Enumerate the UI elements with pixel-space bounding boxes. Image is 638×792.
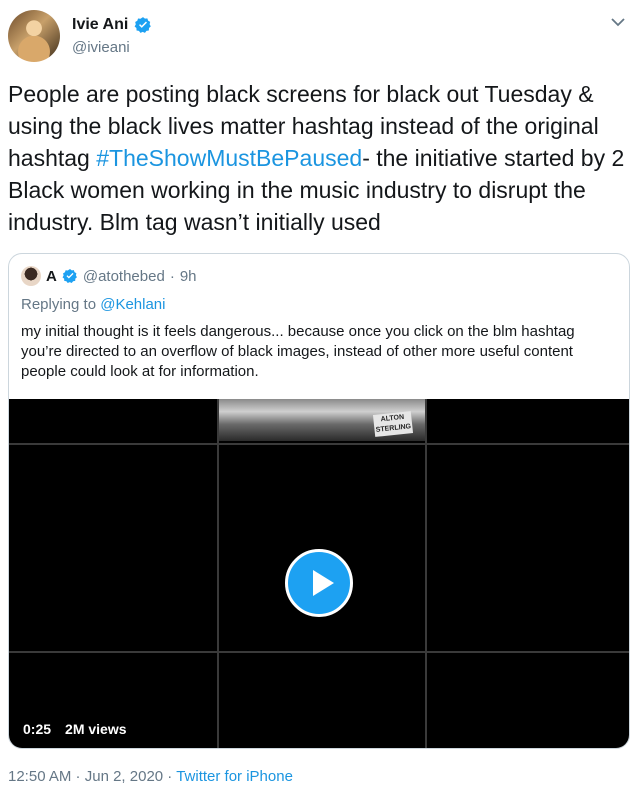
tweet-time[interactable]: 12:50 AM [8,768,71,785]
video-player[interactable]: ALTON STERLING 0:25 2M views [9,399,629,748]
play-icon [313,570,334,596]
protest-photo-thumbnail: ALTON STERLING [219,399,425,441]
video-views: 2M views [65,721,127,737]
grid-divider [9,443,629,445]
video-duration: 0:25 [23,721,52,737]
footer-separator: · [71,768,85,785]
avatar[interactable] [8,10,60,62]
quoted-tweet[interactable]: A @atothebed · 9h Replying to @Kehlani m… [8,253,630,749]
hashtag-link[interactable]: #TheShowMustBePaused [96,145,362,171]
verified-badge-icon [62,269,77,283]
grid-divider [9,651,629,653]
author-handle[interactable]: @ivieani [72,39,130,56]
quoted-handle: @atothebed [82,267,165,285]
tweet-footer: 12:50 AM · Jun 2, 2020 · Twitter for iPh… [8,768,293,785]
author-name-row: Ivie Ani [72,16,152,34]
grid-divider [425,399,427,748]
quoted-separator: · [169,267,175,285]
quoted-time: 9h [179,267,197,285]
quoted-display-name: A [46,267,57,285]
chevron-down-icon[interactable] [610,14,626,30]
quoted-tweet-text: my initial thought is it feels dangerous… [21,323,575,380]
grid-divider [217,399,219,748]
video-meta: 0:25 2M views [23,721,127,737]
tweet-text: People are posting black screens for bla… [8,78,630,238]
tweet-header: Ivie Ani @ivieani [8,10,630,62]
footer-separator: · [163,768,177,785]
reply-to-link[interactable]: @Kehlani [100,296,165,313]
tweet-date[interactable]: Jun 2, 2020 [85,768,163,785]
play-button[interactable] [285,549,353,617]
quoted-avatar [21,266,41,286]
reply-prefix: Replying to [21,296,101,313]
reply-context: Replying to @Kehlani [21,296,166,313]
quoted-tweet-header: A @atothebed · 9h [21,266,197,286]
author-display-name[interactable]: Ivie Ani [72,16,128,34]
protest-sign: ALTON STERLING [372,411,414,437]
tweet-source-link[interactable]: Twitter for iPhone [176,768,293,785]
verified-badge-icon [134,17,152,33]
